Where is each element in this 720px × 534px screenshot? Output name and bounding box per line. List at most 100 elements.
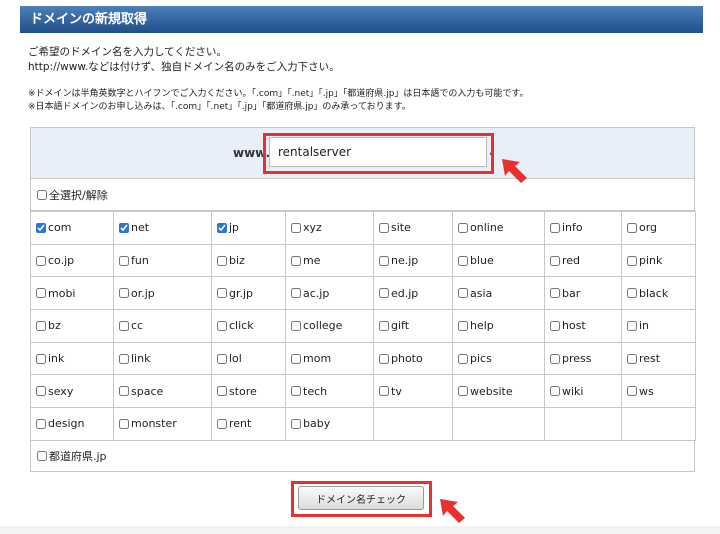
tld-checkbox[interactable] — [217, 386, 227, 397]
tld-option-com[interactable]: com — [36, 221, 113, 234]
tld-option-tech[interactable]: tech — [291, 385, 373, 398]
tld-checkbox[interactable] — [291, 255, 301, 266]
select-all-checkbox[interactable]: 全選択/解除 — [37, 187, 108, 203]
tld-option-monster[interactable]: monster — [119, 417, 211, 430]
tld-checkbox[interactable] — [627, 386, 637, 397]
tld-checkbox[interactable] — [119, 288, 129, 299]
tld-checkbox[interactable] — [291, 418, 301, 429]
tld-checkbox[interactable] — [627, 288, 637, 299]
tld-checkbox[interactable] — [458, 255, 468, 266]
tld-option-space[interactable]: space — [119, 385, 211, 398]
tld-checkbox[interactable] — [119, 353, 129, 364]
tld-checkbox[interactable] — [379, 386, 389, 397]
tld-checkbox[interactable] — [217, 222, 227, 233]
tld-checkbox[interactable] — [627, 353, 637, 364]
tld-checkbox[interactable] — [379, 255, 389, 266]
tld-checkbox[interactable] — [627, 255, 637, 266]
tld-checkbox[interactable] — [119, 320, 129, 331]
domain-name-input[interactable] — [269, 137, 487, 167]
tld-option-rent[interactable]: rent — [217, 417, 285, 430]
tld-checkbox[interactable] — [36, 222, 46, 233]
tld-option-sexy[interactable]: sexy — [36, 385, 113, 398]
tld-option-link[interactable]: link — [119, 352, 211, 365]
tld-option-ws[interactable]: ws — [627, 385, 695, 398]
prefecture-checkbox[interactable]: 都道府県.jp — [37, 448, 107, 464]
tld-checkbox[interactable] — [36, 353, 46, 364]
domain-check-button[interactable]: ドメイン名チェック — [298, 486, 424, 510]
tld-option-rest[interactable]: rest — [627, 352, 695, 365]
tld-option-ne-jp[interactable]: ne.jp — [379, 254, 452, 267]
tld-checkbox[interactable] — [379, 222, 389, 233]
tld-checkbox[interactable] — [458, 288, 468, 299]
tld-checkbox[interactable] — [627, 320, 637, 331]
tld-option-photo[interactable]: photo — [379, 352, 452, 365]
tld-checkbox[interactable] — [550, 288, 560, 299]
tld-checkbox[interactable] — [36, 418, 46, 429]
tld-option-or-jp[interactable]: or.jp — [119, 287, 211, 300]
tld-option-gift[interactable]: gift — [379, 319, 452, 332]
tld-checkbox[interactable] — [291, 222, 301, 233]
tld-option-net[interactable]: net — [119, 221, 211, 234]
tld-checkbox[interactable] — [458, 222, 468, 233]
tld-option-pink[interactable]: pink — [627, 254, 695, 267]
tld-option-black[interactable]: black — [627, 287, 695, 300]
select-all-box[interactable] — [37, 189, 47, 200]
tld-checkbox[interactable] — [379, 353, 389, 364]
tld-option-mobi[interactable]: mobi — [36, 287, 113, 300]
tld-checkbox[interactable] — [36, 288, 46, 299]
tld-option-org[interactable]: org — [627, 221, 695, 234]
tld-option-design[interactable]: design — [36, 417, 113, 430]
tld-checkbox[interactable] — [217, 255, 227, 266]
tld-checkbox[interactable] — [458, 320, 468, 331]
tld-checkbox[interactable] — [550, 353, 560, 364]
tld-checkbox[interactable] — [291, 353, 301, 364]
tld-option-biz[interactable]: biz — [217, 254, 285, 267]
tld-option-baby[interactable]: baby — [291, 417, 373, 430]
tld-option-pics[interactable]: pics — [458, 352, 544, 365]
tld-option-wiki[interactable]: wiki — [550, 385, 621, 398]
tld-checkbox[interactable] — [217, 418, 227, 429]
tld-checkbox[interactable] — [36, 386, 46, 397]
tld-checkbox[interactable] — [627, 222, 637, 233]
tld-option-bz[interactable]: bz — [36, 319, 113, 332]
tld-checkbox[interactable] — [550, 320, 560, 331]
tld-checkbox[interactable] — [458, 353, 468, 364]
tld-option-college[interactable]: college — [291, 319, 373, 332]
tld-option-ink[interactable]: ink — [36, 352, 113, 365]
tld-option-site[interactable]: site — [379, 221, 452, 234]
tld-checkbox[interactable] — [119, 255, 129, 266]
tld-checkbox[interactable] — [550, 222, 560, 233]
tld-option-click[interactable]: click — [217, 319, 285, 332]
tld-option-help[interactable]: help — [458, 319, 544, 332]
tld-option-website[interactable]: website — [458, 385, 544, 398]
prefecture-box[interactable] — [37, 450, 47, 461]
tld-checkbox[interactable] — [379, 320, 389, 331]
tld-option-co-jp[interactable]: co.jp — [36, 254, 113, 267]
tld-option-ed-jp[interactable]: ed.jp — [379, 287, 452, 300]
tld-checkbox[interactable] — [119, 222, 129, 233]
tld-option-asia[interactable]: asia — [458, 287, 544, 300]
tld-checkbox[interactable] — [458, 386, 468, 397]
tld-checkbox[interactable] — [217, 288, 227, 299]
tld-checkbox[interactable] — [119, 386, 129, 397]
tld-option-ac-jp[interactable]: ac.jp — [291, 287, 373, 300]
tld-option-tv[interactable]: tv — [379, 385, 452, 398]
tld-checkbox[interactable] — [291, 320, 301, 331]
tld-option-online[interactable]: online — [458, 221, 544, 234]
tld-checkbox[interactable] — [217, 320, 227, 331]
tld-checkbox[interactable] — [217, 353, 227, 364]
tld-option-red[interactable]: red — [550, 254, 621, 267]
tld-option-lol[interactable]: lol — [217, 352, 285, 365]
tld-option-blue[interactable]: blue — [458, 254, 544, 267]
tld-option-in[interactable]: in — [627, 319, 695, 332]
tld-option-press[interactable]: press — [550, 352, 621, 365]
tld-option-cc[interactable]: cc — [119, 319, 211, 332]
tld-option-bar[interactable]: bar — [550, 287, 621, 300]
tld-option-mom[interactable]: mom — [291, 352, 373, 365]
tld-checkbox[interactable] — [379, 288, 389, 299]
tld-option-host[interactable]: host — [550, 319, 621, 332]
tld-option-xyz[interactable]: xyz — [291, 221, 373, 234]
tld-option-jp[interactable]: jp — [217, 221, 285, 234]
tld-checkbox[interactable] — [550, 255, 560, 266]
tld-option-gr-jp[interactable]: gr.jp — [217, 287, 285, 300]
